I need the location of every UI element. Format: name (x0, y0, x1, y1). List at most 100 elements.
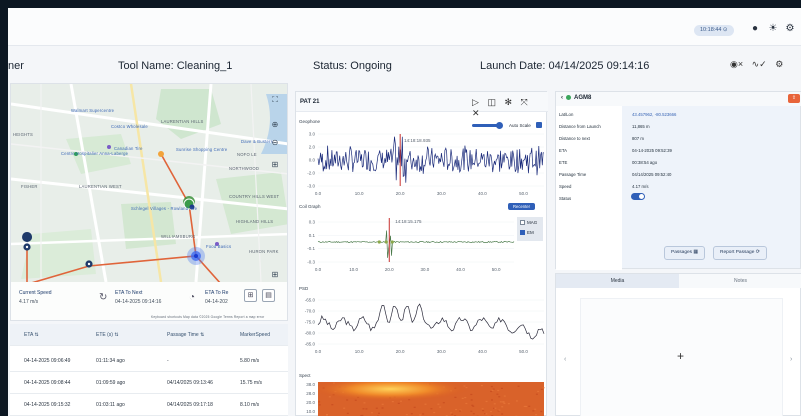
map-label: Costco Wholesale (111, 124, 148, 129)
y-tick-label: 38.0 (306, 382, 315, 387)
current-speed: Current Speed 4.17 m/s (19, 290, 52, 305)
visibility-off-icon[interactable]: ◉× (730, 59, 743, 69)
media-panel: Media Notes ‹ + › (555, 273, 801, 416)
media-upload-area[interactable]: + (580, 298, 783, 416)
fullscreen-icon[interactable]: ⛶ (269, 94, 281, 106)
coil-graph-label: Coil Graph (299, 204, 321, 209)
key-status: Status (559, 196, 572, 201)
y-tick-label: 2.0 (309, 145, 316, 150)
psd-series-line (317, 303, 545, 340)
passages-button[interactable]: Passages ▦ (664, 246, 705, 260)
col-header-ete[interactable]: ETE (s) ⇅ (96, 332, 119, 338)
map-label: COUNTRY HILLS WEST (229, 194, 280, 199)
tool-position-glow (187, 247, 205, 265)
table-row[interactable]: 04-14-2025 09:06:49 01:11:34 ago - 5.80 … (10, 350, 288, 372)
eta-re-value: 04-14-202 (205, 299, 228, 305)
layers-icon[interactable]: ⊞ (269, 159, 281, 171)
x-tick-label: 20.0 (396, 349, 405, 354)
y-tick-label: -65.0 (305, 298, 316, 303)
cell-ete: 01:03:11 ago (96, 402, 125, 408)
report-passage-button[interactable]: Report Passage ⟳ (713, 246, 767, 260)
table-row[interactable]: 04-14-2025 09:15:32 01:03:11 ago 04/14/2… (10, 394, 288, 416)
coil-series-line (317, 230, 515, 258)
table-row[interactable]: 04-14-2025 09:08:44 01:09:59 ago 04/14/2… (10, 372, 288, 394)
status-text: Status: Ongoing (313, 60, 392, 72)
y-tick-label: 10.0 (306, 409, 315, 414)
x-tick-label: 50.0 (519, 349, 528, 354)
y-tick-label: -85.0 (305, 342, 316, 347)
play-icon[interactable]: ▷ (472, 97, 479, 107)
x-tick-label: 30.0 (421, 267, 430, 272)
tab-notes[interactable]: Notes (679, 274, 801, 288)
zoom-in-icon[interactable]: ⊕ (269, 119, 281, 131)
x-tick-label: 0.0 (315, 191, 322, 196)
geophone-series-line (317, 136, 544, 183)
map-view[interactable]: HEIGHTS Walmart Supercentre Centre Hospi… (10, 83, 288, 321)
col-header-marker-speed[interactable]: MarkerSpeed (240, 332, 270, 338)
map-label: Canadian Tire (114, 146, 143, 151)
sensor-panel-title: PAT 21 (300, 99, 320, 105)
expand-icon[interactable]: ⤧ (521, 97, 528, 107)
poi-marker (107, 145, 111, 149)
speed-gauge-icon: ◔ (189, 292, 196, 303)
poi-marker (158, 151, 164, 157)
map-label: Centre Hospitalier Anna-Laberge (61, 151, 129, 156)
next-arrow-icon[interactable]: › (790, 356, 792, 363)
sun-icon[interactable]: ☀ (766, 22, 780, 36)
camera-icon[interactable]: ◫ (487, 97, 496, 107)
settings-icon[interactable]: ⚙ (783, 22, 797, 36)
tab-media[interactable]: Media (556, 274, 679, 288)
y-tick-label: 0.0 (309, 158, 316, 163)
map-label: Sunrise Shopping Centre (176, 147, 228, 152)
y-tick-label: 0.1 (309, 233, 316, 238)
grid-view-button[interactable]: ⊞ (244, 289, 257, 302)
back-chevron-icon[interactable]: ‹ (561, 95, 563, 101)
x-tick-label: 10.0 (355, 191, 364, 196)
street-view-icon[interactable]: ⊞ (269, 269, 281, 281)
map-label: LAURENTIAN HILLS (161, 119, 204, 124)
history-icon: ↻ (99, 292, 108, 303)
value-distance-next: 807 m (632, 136, 644, 141)
map-label: Schlegel Villages - Rowland Ave (131, 206, 198, 211)
close-icon[interactable]: ✕ (472, 108, 480, 118)
x-tick-label: 40.0 (478, 191, 487, 196)
panel-toggle-button[interactable]: ▤ (262, 289, 275, 302)
value-latlon[interactable]: 43.457962, -80.523666 (632, 112, 676, 117)
x-tick-label: 10.0 (349, 267, 358, 272)
col-header-eta[interactable]: ETA ⇅ (24, 332, 39, 338)
time-pill[interactable]: 10:18:44 ⊙ (694, 25, 734, 36)
add-media-icon[interactable]: + (677, 349, 684, 363)
gear-icon[interactable]: ✻ (504, 97, 512, 107)
x-tick-label: 0.0 (315, 267, 322, 272)
psd-chart: -65.0 -70.0 -75.0 -80.0 -85.0 0.0 10.0 20.0 30.0… (305, 298, 545, 354)
cell-passage-time: 04/14/2025 09:17:18 (167, 402, 213, 408)
cell-marker-speed: 15.75 m/s (240, 380, 262, 386)
spectrogram-hotspot (318, 382, 544, 416)
user-icon[interactable]: ● (748, 22, 762, 36)
status-toggle[interactable] (631, 193, 645, 200)
coil-legend: MAG EM (517, 217, 543, 241)
zoom-out-icon[interactable]: ⊖ (269, 137, 281, 149)
legend-mag[interactable]: MAG (520, 220, 537, 226)
gear-icon[interactable]: ⚙ (775, 59, 783, 69)
map-label: HURON PARK (249, 249, 279, 254)
passage-table: ETA ⇅ ETE (s) ⇅ Passage Time ⇅ MarkerSpe… (10, 324, 288, 416)
activity-icon[interactable]: ∿✓ (752, 59, 767, 69)
prev-arrow-icon[interactable]: ‹ (564, 356, 566, 363)
map-label: LAURENTIAN WEST (79, 184, 122, 189)
recenter-button[interactable]: Recenter (508, 203, 535, 210)
geophone-label: Geophone (299, 119, 321, 124)
legend-em[interactable]: EM (520, 230, 534, 236)
value-ete: 00:38:54 ago (632, 160, 658, 165)
current-speed-value: 4.17 m/s (19, 299, 39, 305)
top-bar: 10:18:44 ⊙ ● ☀ ⚙ (8, 8, 801, 46)
status-dot (566, 95, 571, 100)
cell-passage-time: - (167, 358, 169, 364)
y-tick-label: -3.0 (307, 184, 315, 189)
cell-eta: 04-14-2025 09:08:44 (24, 380, 71, 386)
psd-label: PSD (299, 286, 309, 291)
col-header-passage-time[interactable]: Passage Time ⇅ (167, 332, 204, 338)
map-canvas[interactable] (11, 84, 288, 282)
alert-button[interactable]: ⇪ (788, 94, 800, 103)
table-header-row: ETA ⇅ ETE (s) ⇅ Passage Time ⇅ MarkerSpe… (10, 324, 288, 346)
